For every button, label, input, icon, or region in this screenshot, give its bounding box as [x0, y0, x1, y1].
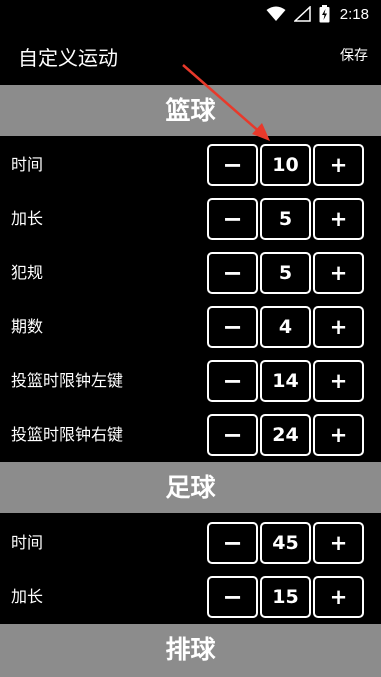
value-field[interactable]: 14 [260, 360, 311, 402]
decrement-button[interactable]: − [207, 576, 258, 618]
status-icons: 2:18 [266, 4, 369, 24]
decrement-button[interactable]: − [207, 306, 258, 348]
setting-label: 投篮时限钟左键 [11, 371, 124, 390]
setting-row: 加长 − 5 + [0, 192, 381, 246]
setting-label: 加长 [11, 209, 44, 228]
status-bar: 2:18 [0, 0, 381, 28]
setting-row: 投篮时限钟左键 − 14 + [0, 354, 381, 408]
setting-label: 投篮时限钟右键 [11, 425, 124, 444]
decrement-button[interactable]: − [207, 360, 258, 402]
decrement-button[interactable]: − [207, 414, 258, 456]
setting-row: 时间 − 10 + [0, 138, 381, 192]
battery-icon [319, 5, 330, 23]
increment-button[interactable]: + [313, 306, 364, 348]
value-field[interactable]: 5 [260, 252, 311, 294]
decrement-button[interactable]: − [207, 522, 258, 564]
section-header-volleyball: 排球 [0, 624, 381, 677]
status-time: 2:18 [339, 5, 369, 23]
increment-button[interactable]: + [313, 198, 364, 240]
increment-button[interactable]: + [313, 252, 364, 294]
increment-button[interactable]: + [313, 144, 364, 186]
decrement-button[interactable]: − [207, 252, 258, 294]
setting-label: 犯规 [11, 263, 44, 282]
value-field[interactable]: 15 [260, 576, 311, 618]
setting-label: 时间 [11, 533, 44, 552]
setting-row: 投篮时限钟右键 − 24 + [0, 408, 381, 462]
value-field[interactable]: 5 [260, 198, 311, 240]
decrement-button[interactable]: − [207, 198, 258, 240]
increment-button[interactable]: + [313, 414, 364, 456]
value-field[interactable]: 4 [260, 306, 311, 348]
section-header-football: 足球 [0, 462, 381, 513]
setting-row: 时间 − 45 + [0, 516, 381, 570]
setting-label: 时间 [11, 155, 44, 174]
increment-button[interactable]: + [313, 360, 364, 402]
page-title: 自定义运动 [18, 46, 118, 70]
setting-row: 期数 − 4 + [0, 300, 381, 354]
setting-row: 加长 − 15 + [0, 570, 381, 624]
setting-label: 期数 [11, 317, 44, 336]
app-bar: 自定义运动 保存 [0, 28, 381, 85]
setting-row: 犯规 − 5 + [0, 246, 381, 300]
increment-button[interactable]: + [313, 576, 364, 618]
setting-label: 加长 [11, 587, 44, 606]
value-field[interactable]: 45 [260, 522, 311, 564]
signal-icon [293, 6, 311, 22]
increment-button[interactable]: + [313, 522, 364, 564]
decrement-button[interactable]: − [207, 144, 258, 186]
save-button[interactable]: 保存 [340, 45, 368, 65]
value-field[interactable]: 24 [260, 414, 311, 456]
section-header-basketball: 篮球 [0, 85, 381, 136]
wifi-icon [266, 6, 286, 21]
value-field[interactable]: 10 [260, 144, 311, 186]
